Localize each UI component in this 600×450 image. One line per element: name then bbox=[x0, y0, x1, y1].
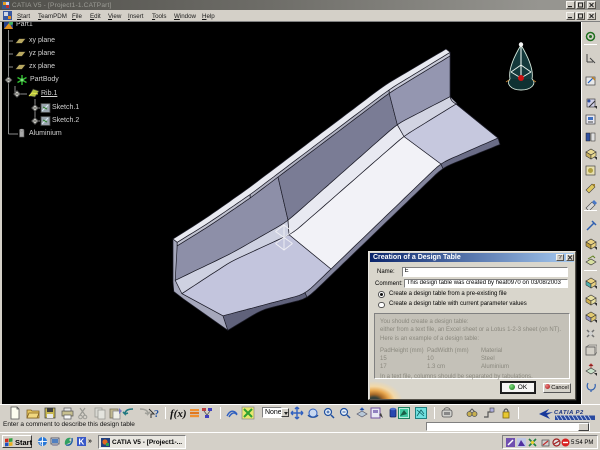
svg-text:?: ? bbox=[154, 409, 159, 420]
svg-text:CATIA P2: CATIA P2 bbox=[554, 410, 584, 416]
svg-text:K: K bbox=[79, 438, 85, 447]
svg-text:f(x): f(x) bbox=[170, 408, 187, 420]
svg-text:e: e bbox=[40, 438, 44, 447]
